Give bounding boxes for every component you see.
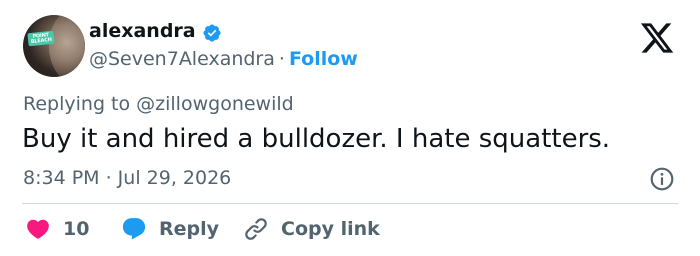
verified-badge-icon [203,24,221,42]
replying-to[interactable]: Replying to @zillowgonewild [23,92,294,116]
like-count: 10 [63,218,90,240]
reply-button[interactable]: Reply [121,214,219,244]
avatar[interactable]: POINT BLEACH [23,15,85,77]
display-name[interactable]: alexandra [89,19,196,43]
heart-icon [27,219,49,239]
x-logo-icon[interactable] [637,20,677,56]
reply-label: Reply [159,218,220,240]
tweet-card: POINT BLEACH alexandra @Seven7Alexandra ·… [0,0,700,256]
tweet-text: Buy it and hired a bulldozer. I hate squ… [22,124,611,154]
handle-row: @Seven7Alexandra · Follow [89,47,358,71]
info-icon[interactable] [649,166,675,192]
action-bar: 10 Reply Copy link [0,214,700,244]
avatar-photo [49,15,85,77]
timestamp[interactable]: 8:34 PM · Jul 29, 2026 [23,166,231,190]
speech-bubble-icon [122,218,146,240]
follow-link[interactable]: Follow [289,48,358,70]
copy-link-button[interactable]: Copy link [243,214,380,244]
avatar-badge: POINT BLEACH [27,30,55,47]
separator-dot: · [278,48,285,70]
divider [22,203,678,204]
user-handle[interactable]: @Seven7Alexandra [89,48,275,70]
like-button[interactable]: 10 [25,214,89,244]
avatar-badge-line-2: BLEACH [30,36,52,45]
copy-link-label: Copy link [281,218,380,240]
link-icon [245,218,267,240]
